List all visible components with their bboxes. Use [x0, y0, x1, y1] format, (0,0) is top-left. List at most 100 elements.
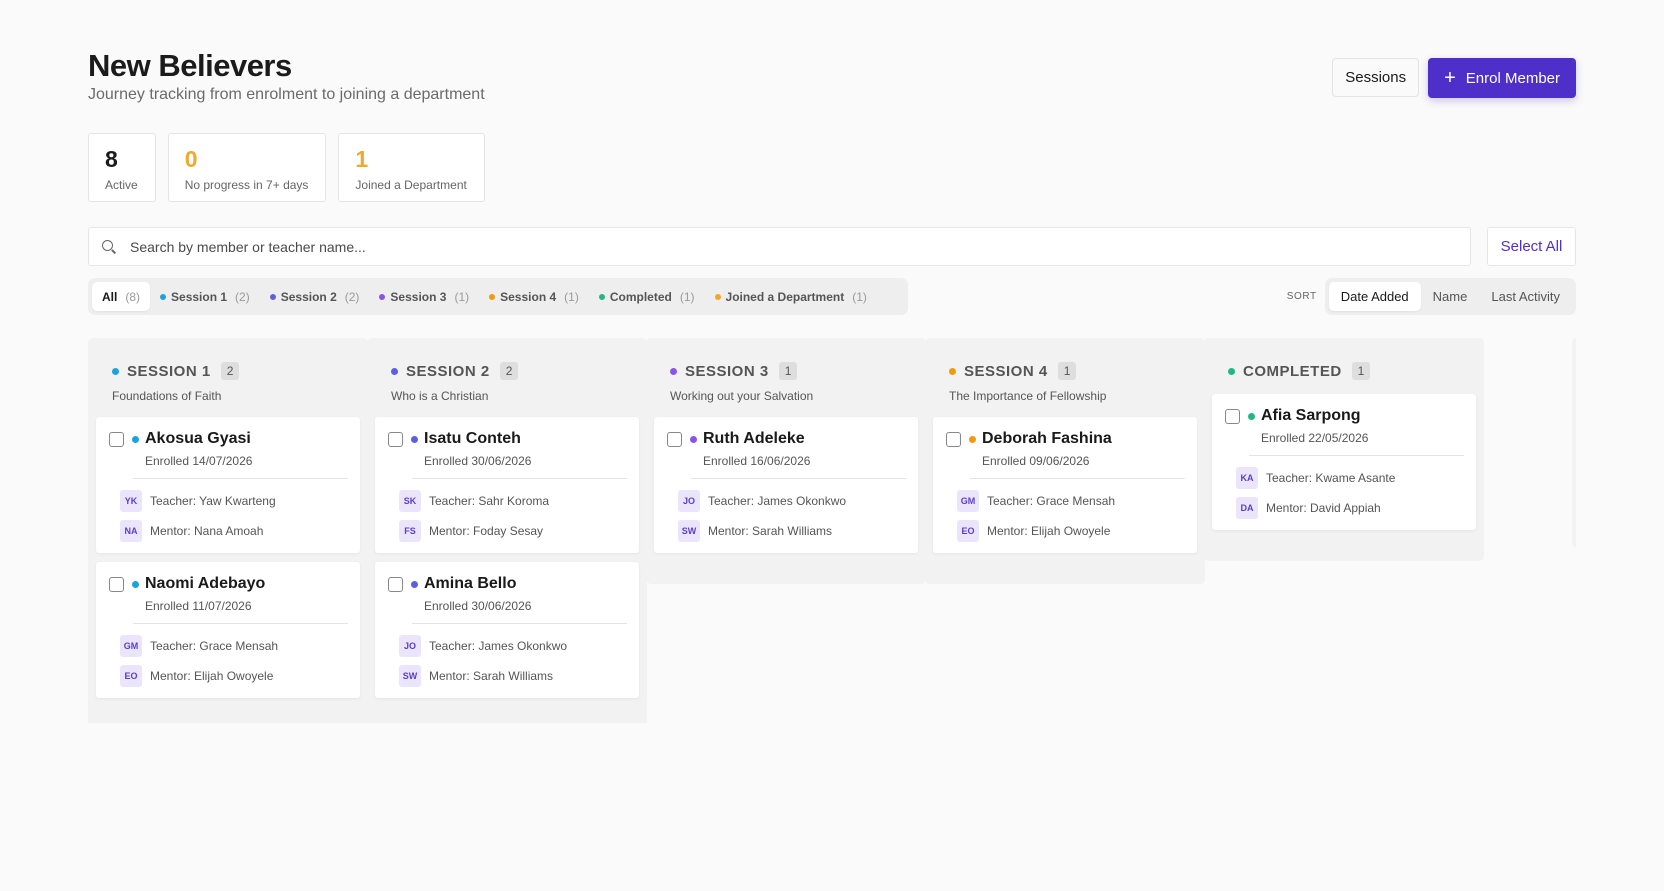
- filter-tab-label: Session 4: [500, 289, 557, 304]
- enrol-member-label: Enrol Member: [1465, 69, 1560, 87]
- filter-tab-all[interactable]: All (8): [92, 282, 151, 311]
- search-icon: [102, 239, 116, 254]
- mentor-name: Mentor: Elijah Owoyele: [987, 524, 1111, 538]
- search-bar: [88, 227, 1471, 266]
- select-checkbox[interactable]: [1225, 408, 1240, 424]
- status-dot-icon: [391, 367, 398, 375]
- filter-tab-completed[interactable]: Completed (1): [589, 282, 705, 311]
- column-title-row: SESSION 2 2: [391, 362, 647, 380]
- card-header: Ruth Adeleke: [667, 430, 906, 448]
- column-completed: COMPLETED 1 Afia Sarpong Enrolled 22/05/202…: [1204, 338, 1484, 561]
- stat-label: Active: [105, 178, 138, 192]
- sessions-button[interactable]: Sessions: [1332, 58, 1420, 97]
- member-card[interactable]: Akosua Gyasi Enrolled 14/07/2026 YK Teacher…: [96, 417, 360, 553]
- member-name[interactable]: Isatu Conteh: [424, 430, 521, 448]
- member-card[interactable]: Deborah Fashina Enrolled 09/06/2026 GM Teac…: [933, 417, 1197, 553]
- stat-label: Joined a Department: [355, 178, 467, 192]
- mentor-row: DA Mentor: David Appiah: [1236, 496, 1464, 520]
- filter-tab-count: (1): [679, 289, 695, 304]
- column-title-row: COMPLETED 1: [1228, 362, 1484, 380]
- member-name[interactable]: Amina Bello: [424, 575, 516, 593]
- mentor-avatar: EO: [120, 665, 142, 687]
- member-card[interactable]: Naomi Adebayo Enrolled 11/07/2026 GM Teache…: [96, 562, 360, 698]
- mentor-avatar: SW: [678, 520, 700, 542]
- status-dot-icon: [132, 435, 139, 443]
- column-count-badge: 1: [1057, 362, 1077, 380]
- kanban-board: SESSION 1 2 Foundations of Faith Akosua Gya…: [88, 338, 1576, 723]
- filter-tab-count: (1): [852, 289, 867, 304]
- select-checkbox[interactable]: [388, 431, 403, 447]
- column-header: COMPLETED 1: [1204, 338, 1484, 394]
- filter-tab-session-2[interactable]: Session 2 (2): [260, 282, 370, 311]
- card-divider: [412, 478, 627, 479]
- card-divider: [133, 623, 348, 624]
- stat-card-no-progress: 0 No progress in 7+ days: [167, 133, 327, 202]
- card-divider: [133, 478, 348, 479]
- teacher-name: Teacher: Yaw Kwarteng: [150, 494, 276, 508]
- teacher-row: JO Teacher: James Okonkwo: [678, 489, 906, 513]
- select-checkbox[interactable]: [667, 431, 682, 447]
- column-partial: [1572, 338, 1576, 548]
- status-dot-icon: [969, 435, 976, 443]
- card-header: Afia Sarpong: [1225, 407, 1464, 425]
- member-name[interactable]: Afia Sarpong: [1261, 407, 1361, 425]
- card-header: Akosua Gyasi: [109, 430, 348, 448]
- status-dot-icon: [411, 580, 418, 588]
- mentor-row: SW Mentor: Sarah Williams: [399, 664, 627, 688]
- member-name[interactable]: Akosua Gyasi: [145, 430, 251, 448]
- card-header: Amina Bello: [388, 575, 627, 593]
- sort-option-date-added[interactable]: Date Added: [1328, 282, 1421, 311]
- member-name[interactable]: Naomi Adebayo: [145, 575, 265, 593]
- status-dot-icon: [132, 580, 139, 588]
- sort-option-last-activity[interactable]: Last Activity: [1479, 282, 1572, 311]
- card-list: Deborah Fashina Enrolled 09/06/2026 GM Teac…: [925, 417, 1205, 584]
- search-input[interactable]: [130, 238, 1470, 255]
- mentor-name: Mentor: Nana Amoah: [150, 524, 264, 538]
- filter-tab-count: (2): [235, 289, 250, 304]
- select-checkbox[interactable]: [109, 576, 124, 592]
- column-header: SESSION 3 1 Working out your Salvation: [646, 338, 926, 417]
- select-checkbox[interactable]: [388, 576, 403, 592]
- sort-option-name[interactable]: Name: [1421, 282, 1480, 311]
- column-count-badge: 2: [499, 362, 519, 380]
- teacher-row: SK Teacher: Sahr Koroma: [399, 489, 627, 513]
- teacher-name: Teacher: Grace Mensah: [150, 639, 279, 653]
- teacher-name: Teacher: James Okonkwo: [708, 494, 847, 508]
- teacher-row: GM Teacher: Grace Mensah: [957, 489, 1185, 513]
- stat-value: 1: [355, 146, 369, 172]
- mentor-avatar: FS: [399, 520, 421, 542]
- mentor-avatar: NA: [120, 520, 142, 542]
- header-actions: Sessions + Enrol Member: [1332, 58, 1576, 98]
- card-header: Deborah Fashina: [946, 430, 1185, 448]
- teacher-name: Teacher: Kwame Asante: [1266, 471, 1396, 485]
- filter-tab-label: Completed: [609, 289, 672, 304]
- member-card[interactable]: Ruth Adeleke Enrolled 16/06/2026 JO Teacher…: [654, 417, 918, 553]
- filter-tab-label: Session 2: [280, 289, 337, 304]
- enrol-member-button[interactable]: + Enrol Member: [1428, 58, 1576, 98]
- mentor-name: Mentor: David Appiah: [1266, 501, 1381, 515]
- filter-tab-session-4[interactable]: Session 4 (1): [479, 282, 589, 311]
- filter-tabs: All (8) Session 1 (2) Session 2 (2) Session 3 (…: [88, 278, 908, 315]
- filter-tab-joined-a-department[interactable]: Joined a Department (1): [705, 282, 877, 311]
- status-dot-icon: [949, 367, 956, 375]
- select-checkbox[interactable]: [109, 431, 124, 447]
- member-card[interactable]: Isatu Conteh Enrolled 30/06/2026 SK Teacher…: [375, 417, 639, 553]
- column-title: SESSION 2: [406, 362, 490, 380]
- select-all-button[interactable]: Select All: [1487, 227, 1576, 266]
- column-session-3: SESSION 3 1 Working out your Salvation Ruth…: [646, 338, 926, 584]
- filter-tab-session-3[interactable]: Session 3 (1): [369, 282, 479, 311]
- stat-value: 0: [184, 146, 198, 172]
- member-card[interactable]: Afia Sarpong Enrolled 22/05/2026 KA Teacher…: [1212, 394, 1476, 530]
- card-list: Afia Sarpong Enrolled 22/05/2026 KA Teacher…: [1204, 394, 1484, 561]
- column-title: COMPLETED: [1243, 362, 1342, 380]
- status-dot-icon: [112, 367, 119, 375]
- filter-tab-session-1[interactable]: Session 1 (2): [150, 282, 260, 311]
- filter-tab-label: Session 1: [171, 289, 228, 304]
- teacher-name: Teacher: Grace Mensah: [987, 494, 1116, 508]
- card-header: Naomi Adebayo: [109, 575, 348, 593]
- member-card[interactable]: Amina Bello Enrolled 30/06/2026 JO Teacher:…: [375, 562, 639, 698]
- select-checkbox[interactable]: [946, 431, 961, 447]
- member-name[interactable]: Deborah Fashina: [982, 430, 1112, 448]
- member-name[interactable]: Ruth Adeleke: [703, 430, 805, 448]
- card-divider: [970, 478, 1185, 479]
